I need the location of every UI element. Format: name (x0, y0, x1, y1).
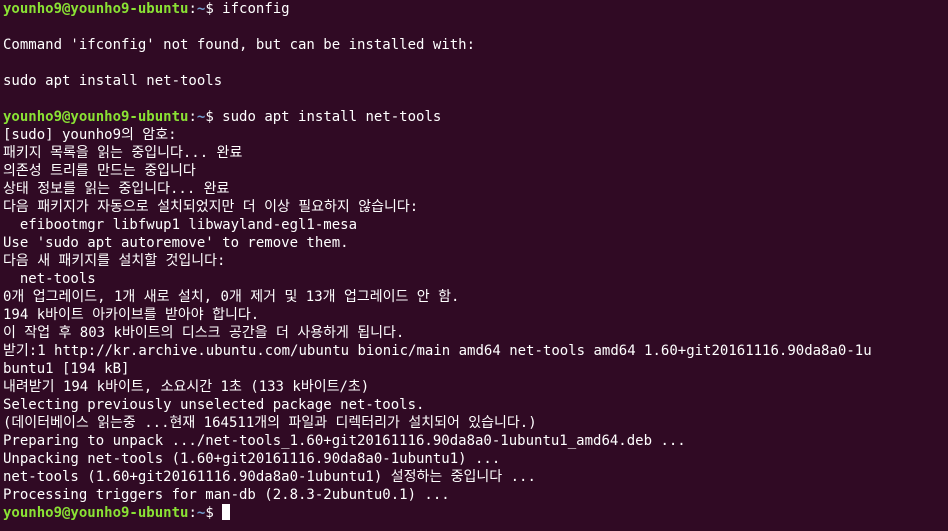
prompt-separator: : (188, 109, 197, 125)
output-line: 0개 업그레이드, 1개 새로 설치, 0개 제거 및 13개 업그레이드 안 … (3, 289, 460, 305)
prompt-symbol: $ (205, 505, 223, 521)
output-line: 의존성 트리를 만드는 중입니다 (3, 163, 196, 179)
prompt-separator: : (188, 505, 197, 521)
prompt-symbol: $ (205, 1, 223, 17)
output-line: buntu1 [194 kB] (3, 361, 130, 377)
output-line: [sudo] younho9의 암호: (3, 127, 177, 143)
prompt-user-host: younho9@younho9-ubuntu (3, 1, 189, 17)
prompt-symbol: $ (205, 109, 223, 125)
output-line: net-tools (3, 271, 96, 287)
prompt-line: younho9@younho9-ubuntu:~$ sudo apt insta… (3, 108, 945, 126)
output-line: Preparing to unpack .../net-tools_1.60+g… (3, 433, 686, 449)
output-line: 상태 정보를 읽는 중입니다... 완료 (3, 181, 230, 197)
output-line: Selecting previously unselected package … (3, 397, 425, 413)
cursor-block[interactable] (222, 504, 231, 520)
output-line: sudo apt install net-tools (3, 73, 223, 89)
output-line: Use 'sudo apt autoremove' to remove them… (3, 235, 349, 251)
prompt-user-host: younho9@younho9-ubuntu (3, 505, 189, 521)
prompt-line: younho9@younho9-ubuntu:~$ ifconfig (3, 0, 945, 18)
terminal-window[interactable]: younho9@younho9-ubuntu:~$ ifconfig Comma… (0, 0, 948, 531)
command-text: ifconfig (222, 1, 290, 17)
output-line: 194 k바이트 아카이브를 받아야 합니다. (3, 307, 260, 323)
output-line: net-tools (1.60+git20161116.90da8a0-1ubu… (3, 469, 536, 485)
output-line: Command 'ifconfig' not found, but can be… (3, 37, 476, 53)
output-line: Processing triggers for man-db (2.8.3-2u… (3, 487, 450, 503)
output-line: 다음 새 패키지를 설치할 것입니다: (3, 253, 226, 269)
command-text: sudo apt install net-tools (222, 109, 442, 125)
output-line: 내려받기 194 k바이트, 소요시간 1초 (133 k바이트/초) (3, 379, 370, 395)
output-line: Unpacking net-tools (1.60+git20161116.90… (3, 451, 501, 467)
prompt-user-host: younho9@younho9-ubuntu (3, 109, 189, 125)
prompt-separator: : (188, 1, 197, 17)
output-line: 이 작업 후 803 k바이트의 디스크 공간을 더 사용하게 됩니다. (3, 325, 405, 341)
prompt-line: younho9@younho9-ubuntu:~$ (3, 504, 945, 522)
output-line: 다음 패키지가 자동으로 설치되었지만 더 이상 필요하지 않습니다: (3, 199, 419, 215)
output-line: 받기:1 http://kr.archive.ubuntu.com/ubuntu… (3, 343, 872, 359)
output-line: efibootmgr libfwup1 libwayland-egl1-mesa (3, 217, 358, 233)
output-line: 패키지 목록을 읽는 중입니다... 완료 (3, 145, 243, 161)
output-line: (데이터베이스 읽는중 ...현재 164511개의 파일과 디렉터리가 설치되… (3, 415, 537, 431)
